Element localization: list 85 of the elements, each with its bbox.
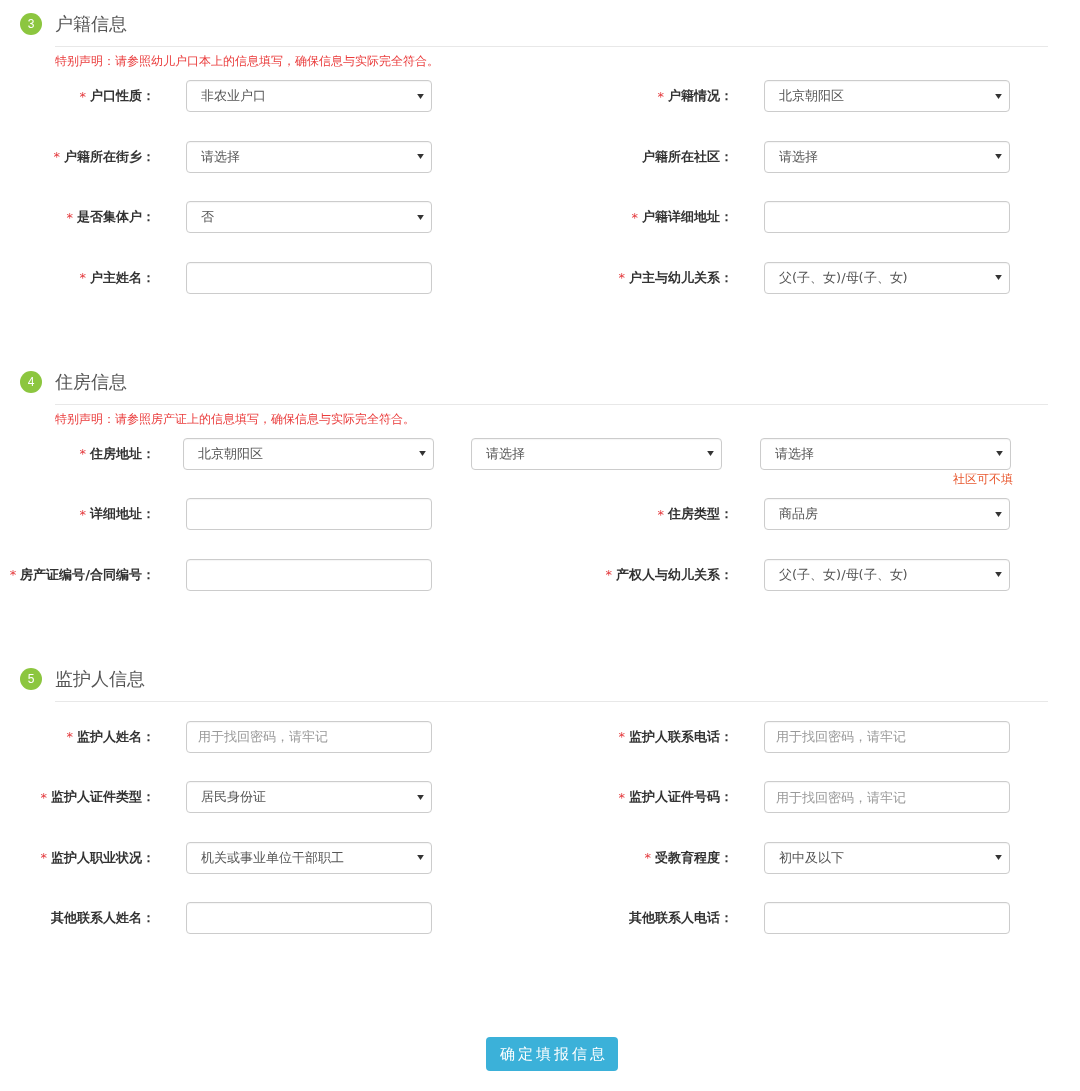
caret-icon [995, 275, 1002, 280]
step-number: 3 [20, 13, 42, 35]
dropdown[interactable]: 请选择 [764, 140, 1010, 173]
required-mark: * [644, 850, 651, 865]
field-label: 户籍所在社区： [642, 147, 733, 166]
dropdown[interactable]: 初中及以下 [764, 841, 1010, 874]
input-field[interactable] [764, 902, 1010, 934]
dropdown[interactable]: 北京朝阳区 [764, 80, 1010, 112]
field-label: 住房地址： [90, 444, 155, 463]
section-title: 户籍信息 [55, 12, 127, 36]
required-mark: * [657, 88, 664, 104]
step-number: 5 [20, 667, 42, 690]
field-label: 其他联系人电话： [629, 909, 733, 927]
field-label: 户主姓名： [90, 268, 155, 287]
caret-icon [995, 572, 1002, 577]
notice-text: 特别声明：请参照房产证上的信息填写，确保信息与实际完全符合。 [55, 410, 416, 427]
required-mark: * [618, 789, 625, 805]
field-label: 户主与幼儿关系： [629, 268, 733, 287]
dropdown[interactable]: 请选择 [760, 437, 1011, 470]
required-mark: * [657, 506, 664, 522]
field-label: 监护人证件号码： [629, 788, 733, 806]
field-label: 户籍详细地址： [642, 208, 733, 226]
required-mark: * [53, 149, 60, 164]
input-field[interactable]: 用于找回密码，请牢记 [186, 720, 432, 753]
required-mark: * [79, 506, 86, 522]
dropdown[interactable]: 北京朝阳区 [183, 437, 434, 470]
dropdown[interactable]: 父(子、女)/母(子、女) [764, 558, 1010, 591]
field-label: 监护人姓名： [77, 727, 155, 746]
dropdown[interactable]: 请选择 [186, 140, 432, 173]
required-mark: * [605, 567, 612, 582]
section-title: 住房信息 [55, 369, 127, 394]
input-field[interactable] [186, 498, 432, 530]
section-title: 监护人信息 [55, 666, 145, 691]
input-field[interactable] [764, 201, 1010, 233]
field-label: 户籍情况： [668, 87, 733, 105]
field-label: 住房类型： [668, 505, 733, 523]
caret-icon [417, 855, 424, 860]
caret-icon [417, 93, 424, 99]
field-label: 产权人与幼儿关系： [616, 565, 733, 584]
dropdown[interactable]: 居民身份证 [186, 781, 432, 813]
caret-icon [417, 214, 424, 220]
dropdown[interactable]: 非农业户口 [186, 80, 432, 112]
notice-text: 特别声明：请参照幼儿户口本上的信息填写，确保信息与实际完全符合。 [55, 53, 440, 69]
input-field[interactable] [186, 902, 432, 934]
dropdown[interactable]: 机关或事业单位干部职工 [186, 841, 432, 874]
required-mark: * [79, 88, 86, 104]
input-field[interactable]: 用于找回密码，请牢记 [764, 720, 1010, 753]
field-label: 户口性质： [90, 87, 155, 105]
input-field[interactable] [186, 558, 432, 591]
caret-icon [995, 154, 1002, 159]
caret-icon [995, 93, 1002, 99]
field-label: 是否集体户： [77, 208, 155, 226]
caret-icon [995, 855, 1002, 860]
field-label: 详细地址： [90, 505, 155, 523]
field-label: 监护人联系电话： [629, 727, 733, 746]
step-number: 4 [20, 370, 42, 393]
field-label: 户籍所在街乡： [64, 147, 155, 166]
field-label: 受教育程度： [655, 848, 733, 867]
required-mark: * [66, 729, 73, 744]
required-mark: * [79, 270, 86, 285]
dropdown[interactable]: 商品房 [764, 498, 1010, 530]
required-mark: * [40, 850, 47, 865]
dropdown[interactable]: 父(子、女)/母(子、女) [764, 261, 1010, 294]
required-mark: * [618, 270, 625, 285]
input-field[interactable]: 用于找回密码，请牢记 [764, 781, 1010, 813]
caret-icon [417, 794, 424, 800]
required-mark: * [79, 446, 86, 461]
dropdown[interactable]: 请选择 [471, 437, 722, 470]
required-mark: * [631, 209, 638, 225]
caret-icon [995, 511, 1002, 517]
caret-icon [417, 154, 424, 159]
hint-text: 社区可不填 [953, 470, 1013, 487]
required-mark: * [618, 729, 625, 744]
caret-icon [419, 451, 426, 456]
caret-icon [707, 451, 714, 456]
field-label: 房产证编号/合同编号： [20, 565, 155, 584]
required-mark: * [66, 209, 73, 225]
required-mark: * [40, 789, 47, 805]
field-label: 其他联系人姓名： [51, 909, 155, 927]
input-field[interactable] [186, 261, 432, 294]
required-mark: * [9, 567, 17, 582]
field-label: 监护人证件类型： [51, 788, 155, 806]
caret-icon [996, 451, 1003, 456]
field-label: 监护人职业状况： [51, 848, 155, 867]
dropdown[interactable]: 否 [186, 201, 432, 233]
